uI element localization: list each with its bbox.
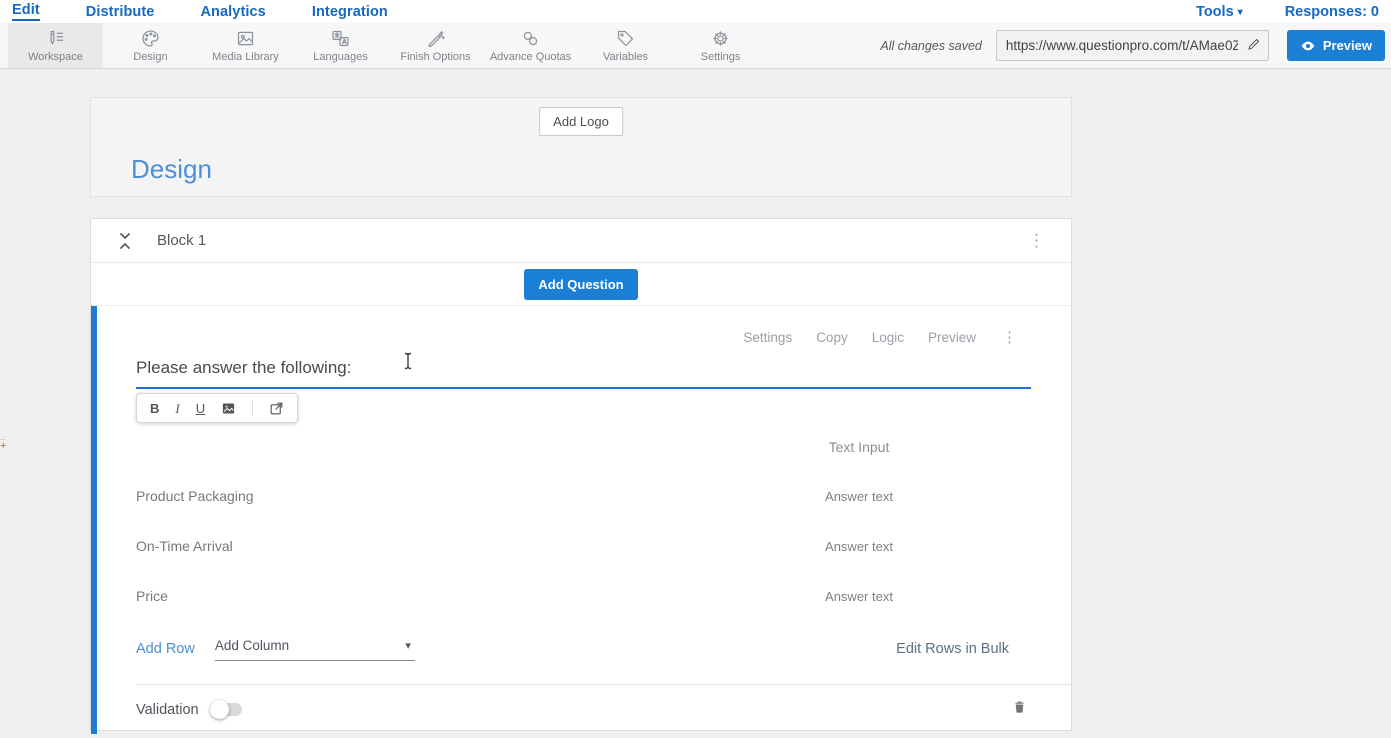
add-question-button[interactable]: Add Question (524, 269, 637, 300)
nav-tab-edit[interactable]: Edit (12, 2, 40, 21)
question-actions: Settings Copy Logic Preview ⋮ (136, 306, 1071, 346)
toolbar-tab-design[interactable]: Design (103, 23, 198, 68)
survey-url-field (996, 30, 1269, 61)
nav-tab-analytics[interactable]: Analytics (200, 4, 265, 20)
palette-icon (140, 28, 161, 49)
toolbar-tab-label: Languages (313, 51, 367, 63)
toolbar-tab-label: Settings (701, 51, 741, 63)
toolbar-tab-settings[interactable]: Settings (673, 23, 768, 68)
add-logo-button[interactable]: Add Logo (539, 107, 623, 136)
survey-url-input[interactable] (996, 30, 1269, 61)
question-card: Settings Copy Logic Preview ⋮ Please ans… (91, 306, 1071, 734)
toolbar-tab-languages[interactable]: Languages (293, 23, 388, 68)
block-title[interactable]: Block 1 (157, 232, 206, 249)
delete-question-icon[interactable] (1012, 698, 1027, 721)
toolbar-tab-label: Variables (603, 51, 648, 63)
block-header: Block 1 ⋮ (91, 219, 1071, 263)
insert-image-icon[interactable] (221, 401, 236, 416)
matrix-rows: Product Packaging Answer text On-Time Ar… (136, 471, 1071, 621)
image-icon (235, 28, 256, 49)
text-format-toolbar: B I U (136, 393, 298, 423)
add-question-row: Add Question (91, 263, 1071, 306)
kebab-menu-icon[interactable]: ⋮ (1000, 328, 1019, 346)
toolbar-tab-label: Workspace (28, 51, 83, 63)
toggle-knob (210, 700, 229, 719)
question-copy-link[interactable]: Copy (816, 330, 848, 345)
row-label[interactable]: On-Time Arrival (136, 538, 233, 554)
add-column-dropdown[interactable]: Add Column ▾ (215, 638, 415, 661)
toolbar-tab-variables[interactable]: Variables (578, 23, 673, 68)
answer-text-input[interactable]: Answer text (739, 589, 979, 604)
survey-header-panel[interactable]: Add Logo Design (90, 97, 1072, 197)
nav-tab-integration[interactable]: Integration (312, 4, 388, 20)
wand-icon (425, 28, 446, 49)
validation-toggle[interactable] (212, 703, 242, 716)
bold-icon[interactable]: B (150, 402, 159, 415)
pencil-icon[interactable] (1246, 36, 1262, 52)
answer-text-input[interactable]: Answer text (739, 489, 979, 504)
toolbar-tab-advance-quotas[interactable]: Advance Quotas (483, 23, 578, 68)
dropdown-arrow-icon: ▾ (405, 639, 411, 652)
top-nav: Edit Distribute Analytics Integration To… (0, 0, 1391, 23)
toolbar-tab-finish-options[interactable]: Finish Options (388, 23, 483, 68)
eye-icon (1300, 38, 1316, 54)
toolbar-tab-label: Design (133, 51, 167, 63)
question-text[interactable]: Please answer the following: (136, 358, 351, 377)
survey-title[interactable]: Design (131, 154, 212, 185)
matrix-row: On-Time Arrival Answer text (136, 521, 1071, 571)
page-edge-artifact: ··+ (0, 437, 9, 459)
matrix-row: Price Answer text (136, 571, 1071, 621)
toolbar-tab-label: Advance Quotas (490, 51, 571, 63)
row-label[interactable]: Product Packaging (136, 488, 254, 504)
nav-tab-distribute[interactable]: Distribute (86, 4, 155, 20)
toolbar-tab-label: Finish Options (400, 51, 470, 63)
add-row-link[interactable]: Add Row (136, 641, 195, 657)
questionpro-survey-editor: Edit Distribute Analytics Integration To… (0, 0, 1391, 738)
tag-icon (615, 28, 636, 49)
workspace-icon (45, 28, 66, 49)
tools-menu[interactable]: Tools ▾ (1196, 4, 1243, 20)
survey-canvas: ··+ Add Logo Design Block 1 ⋮ Add Questi… (0, 69, 1391, 738)
toolbar-tab-media-library[interactable]: Media Library (198, 23, 293, 68)
column-header-row: Text Input (136, 437, 1071, 457)
edit-rows-in-bulk-link[interactable]: Edit Rows in Bulk (896, 641, 1009, 657)
question-preview-link[interactable]: Preview (928, 330, 976, 345)
validation-label: Validation (136, 702, 199, 718)
toolbar-tab-label: Media Library (212, 51, 279, 63)
toolbar-divider (252, 400, 253, 416)
translate-icon (330, 28, 351, 49)
editor-toolbar: Workspace Design Media Library Languages… (0, 23, 1391, 69)
question-text-editor[interactable]: Please answer the following: (136, 358, 1031, 389)
toolbar-tab-workspace[interactable]: Workspace (8, 23, 103, 68)
save-status: All changes saved (880, 39, 981, 53)
question-settings-link[interactable]: Settings (743, 330, 792, 345)
answer-text-input[interactable]: Answer text (739, 539, 979, 554)
chain-link-icon (520, 28, 541, 49)
kebab-menu-icon[interactable]: ⋮ (1022, 228, 1051, 253)
question-logic-link[interactable]: Logic (872, 330, 904, 345)
responses-count[interactable]: Responses: 0 (1285, 4, 1379, 20)
row-label[interactable]: Price (136, 588, 168, 604)
column-header: Text Input (739, 439, 979, 455)
underline-icon[interactable]: U (196, 402, 205, 415)
text-cursor-ibeam (403, 352, 413, 375)
matrix-row: Product Packaging Answer text (136, 471, 1071, 521)
caret-down-icon: ▾ (1238, 7, 1243, 18)
row-column-controls: Add Row Add Column ▾ Edit Rows in Bulk (136, 631, 1071, 667)
block-card: Block 1 ⋮ Add Question Settings Copy Log… (90, 218, 1072, 731)
collapse-vertical-icon[interactable] (117, 232, 133, 250)
insert-link-icon[interactable] (269, 401, 284, 416)
italic-icon[interactable]: I (175, 402, 179, 415)
preview-button[interactable]: Preview (1287, 30, 1385, 61)
question-footer: Validation (136, 684, 1071, 734)
gear-icon (710, 28, 731, 49)
